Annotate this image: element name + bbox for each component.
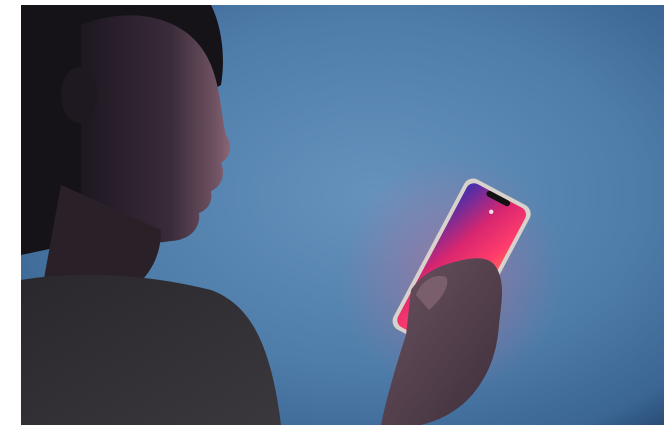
image-frame [0, 0, 664, 425]
photo-scene [21, 5, 664, 425]
ear [61, 67, 97, 123]
photo [21, 5, 664, 425]
